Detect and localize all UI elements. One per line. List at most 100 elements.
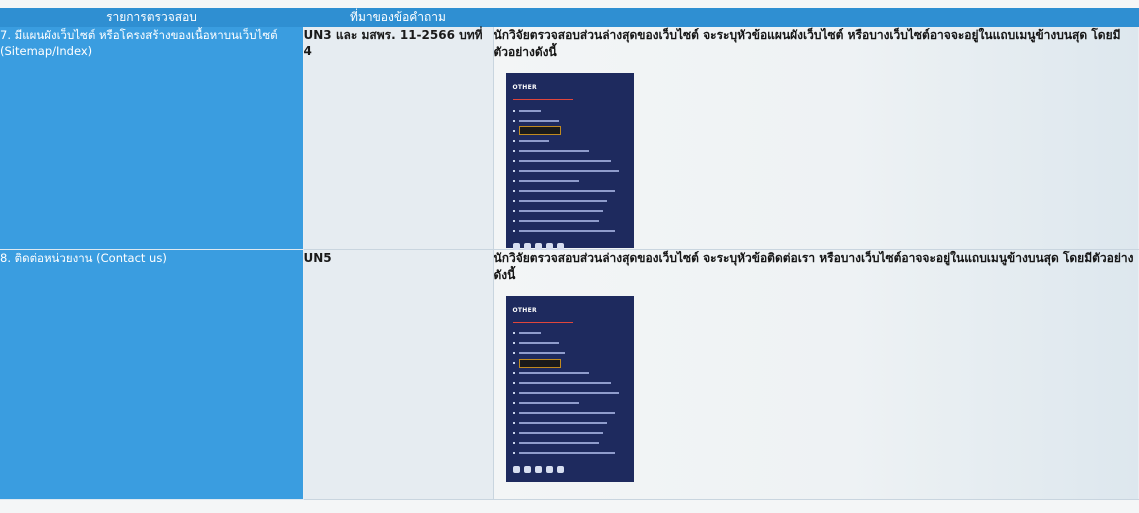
screenshot-heading: OTHER bbox=[512, 84, 537, 91]
youtube-icon bbox=[534, 465, 542, 473]
youtube-icon bbox=[534, 243, 542, 250]
screenshot-link-item bbox=[512, 429, 627, 438]
screenshot-link-item bbox=[512, 186, 627, 195]
facebook-icon bbox=[512, 243, 520, 250]
instagram-icon bbox=[545, 465, 553, 473]
screenshot-link-item bbox=[512, 379, 627, 388]
link-text-placeholder bbox=[518, 159, 611, 162]
screenshot-link-item bbox=[512, 389, 627, 398]
bullet-icon bbox=[512, 372, 515, 374]
link-text-placeholder bbox=[518, 392, 619, 394]
link-text-placeholder bbox=[518, 139, 549, 142]
link-text-placeholder bbox=[518, 179, 579, 182]
link-text-placeholder bbox=[518, 219, 599, 222]
link-text-placeholder bbox=[518, 229, 615, 232]
link-text-placeholder bbox=[518, 149, 589, 152]
checklist-item-cell: 7. มีแผนผังเว็บไซต์ หรือโครงสร้างของเนื้… bbox=[0, 27, 304, 250]
screenshot-link-item bbox=[512, 196, 627, 205]
bullet-icon bbox=[512, 159, 515, 162]
facebook-icon bbox=[512, 465, 520, 473]
link-text-placeholder bbox=[518, 382, 611, 384]
link-text-placeholder bbox=[518, 342, 559, 344]
audit-table: รายการตรวจสอบ ที่มาของข้อคำถาม 7. มีแผนผ… bbox=[0, 8, 1139, 500]
screenshot-link-item bbox=[512, 176, 627, 185]
bullet-icon bbox=[512, 392, 515, 394]
bullet-icon bbox=[512, 119, 515, 122]
bullet-icon bbox=[512, 189, 515, 192]
twitter-icon bbox=[523, 465, 531, 473]
bullet-icon bbox=[512, 432, 515, 434]
bullet-icon bbox=[512, 229, 515, 232]
table-row-contact: 8. ติดต่อหน่วยงาน (Contact us) UN5 นักวิ… bbox=[0, 249, 1139, 500]
link-text-placeholder bbox=[518, 119, 559, 122]
screenshot-link-item bbox=[512, 349, 627, 358]
bullet-icon bbox=[512, 402, 515, 404]
screenshot-link-item bbox=[512, 146, 627, 155]
screenshot-heading: OTHER bbox=[512, 306, 537, 314]
screenshot-link-item bbox=[512, 339, 627, 348]
screenshot-divider bbox=[512, 321, 573, 323]
detail-cell: นักวิจัยตรวจสอบส่วนล่างสุดของเว็บไซต์ จะ… bbox=[493, 249, 1139, 500]
bullet-icon bbox=[512, 352, 515, 354]
website-footer-screenshot: OTHER bbox=[505, 73, 634, 250]
link-text-placeholder bbox=[518, 332, 541, 334]
link-text-placeholder bbox=[518, 442, 599, 444]
header-question-source: ที่มาของข้อคำถาม bbox=[303, 8, 493, 27]
screenshot-link-list bbox=[512, 329, 627, 458]
bullet-icon bbox=[512, 109, 515, 112]
instagram-icon bbox=[545, 243, 553, 250]
detail-text: นักวิจัยตรวจสอบส่วนล่างสุดของเว็บไซต์ จะ… bbox=[493, 28, 1121, 59]
bullet-icon bbox=[512, 149, 515, 152]
bullet-icon bbox=[512, 179, 515, 182]
screenshot-link-item bbox=[512, 136, 627, 145]
website-footer-screenshot: OTHER bbox=[505, 295, 634, 482]
link-text-placeholder bbox=[518, 109, 541, 112]
screenshot-link-item bbox=[512, 116, 627, 125]
bullet-icon bbox=[512, 342, 515, 344]
screenshot-link-item bbox=[512, 409, 627, 418]
question-source-cell: UN5 bbox=[303, 249, 494, 500]
screenshot-link-item bbox=[512, 156, 627, 165]
link-text-placeholder bbox=[518, 372, 589, 374]
screenshot-link-item bbox=[512, 419, 627, 428]
link-text-placeholder bbox=[518, 352, 565, 354]
link-text-placeholder bbox=[518, 432, 603, 434]
screenshot-link-item bbox=[512, 399, 627, 408]
screenshot-link-list bbox=[512, 106, 627, 235]
link-text-placeholder bbox=[518, 412, 615, 414]
bullet-icon bbox=[512, 139, 515, 142]
bullet-icon bbox=[512, 422, 515, 424]
bullet-icon bbox=[512, 209, 515, 212]
link-text-placeholder bbox=[518, 402, 579, 404]
header-checklist-item: รายการตรวจสอบ bbox=[0, 8, 303, 27]
bullet-icon bbox=[512, 412, 515, 414]
bullet-icon bbox=[512, 332, 515, 334]
link-text-placeholder bbox=[518, 452, 615, 454]
link-text-placeholder bbox=[518, 169, 619, 172]
screenshot-link-item bbox=[512, 329, 627, 338]
table-header-row: รายการตรวจสอบ ที่มาของข้อคำถาม bbox=[0, 8, 1139, 27]
highlighted-link bbox=[518, 126, 561, 135]
top-margin bbox=[0, 0, 1139, 8]
screenshot-social-icons bbox=[512, 465, 627, 473]
document-page: รายการตรวจสอบ ที่มาของข้อคำถาม 7. มีแผนผ… bbox=[0, 0, 1139, 513]
bullet-icon bbox=[512, 382, 515, 384]
link-text-placeholder bbox=[518, 422, 607, 424]
link-text-placeholder bbox=[518, 189, 615, 192]
screenshot-link-item bbox=[512, 369, 627, 378]
highlighted-link bbox=[518, 358, 561, 368]
bullet-icon bbox=[512, 452, 515, 454]
screenshot-link-item bbox=[512, 166, 627, 175]
screenshot-link-item bbox=[512, 358, 627, 368]
screenshot-link-item bbox=[512, 439, 627, 448]
twitter-icon bbox=[523, 243, 531, 250]
question-source-cell: UN3 และ มสพร. 11-2566 บทที่ 4 bbox=[303, 27, 494, 250]
bullet-icon bbox=[512, 129, 515, 132]
bullet-icon bbox=[512, 169, 515, 172]
bullet-icon bbox=[512, 362, 515, 364]
screenshot-link-item bbox=[512, 449, 627, 458]
line-icon bbox=[556, 465, 564, 473]
screenshot-link-item bbox=[512, 216, 627, 225]
bullet-icon bbox=[512, 199, 515, 202]
screenshot-link-item bbox=[512, 206, 627, 215]
